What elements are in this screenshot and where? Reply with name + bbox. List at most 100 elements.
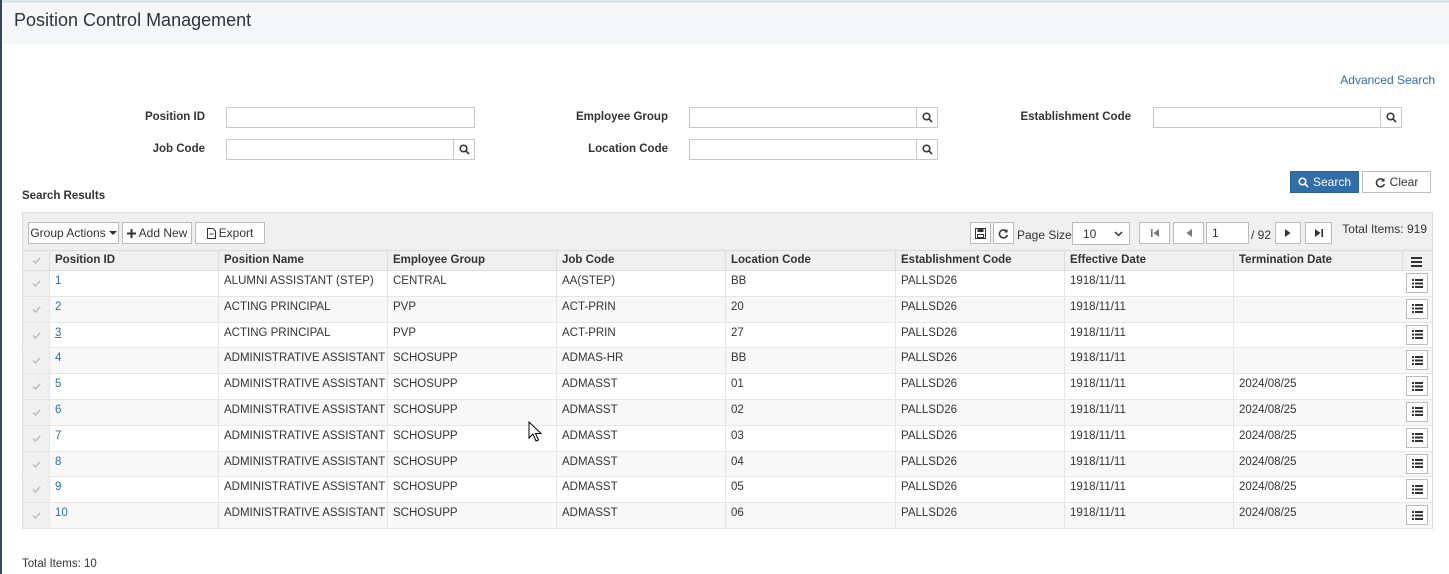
export-label: Export — [218, 226, 254, 240]
page-number-input[interactable]: 1 — [1206, 222, 1249, 244]
row-actions-button[interactable] — [1406, 505, 1428, 526]
row-actions-button[interactable] — [1406, 427, 1428, 448]
table-row[interactable]: 4 ADMINISTRATIVE ASSISTANT - ... SCHOSUPP A… — [22, 348, 1433, 375]
row-actions-button[interactable] — [1406, 350, 1428, 371]
page-size-select[interactable]: 10 — [1072, 222, 1130, 245]
column-header-location-code[interactable]: Location Code — [725, 251, 895, 270]
cell-position-id[interactable]: 4 — [49, 348, 218, 374]
row-actions-button[interactable] — [1406, 376, 1428, 397]
page-title: Position Control Management — [14, 10, 252, 30]
cell-position-id[interactable]: 9 — [49, 477, 218, 503]
row-menu-icon — [1411, 433, 1423, 443]
column-header-termination-date[interactable]: Termination Date — [1233, 251, 1402, 270]
cell-position-id[interactable]: 10 — [49, 503, 218, 529]
save-view-button[interactable] — [970, 222, 991, 244]
cell-position-id[interactable]: 7 — [49, 425, 218, 451]
row-actions-button[interactable] — [1406, 479, 1428, 500]
last-page-icon — [1314, 229, 1323, 237]
row-checkbox[interactable] — [23, 322, 49, 348]
table-row[interactable]: 10 ADMINISTRATIVE ASSISTANT SCHOSUPP ADMASS… — [22, 503, 1433, 529]
job-code-input[interactable] — [226, 139, 454, 160]
position-id-label: Position ID — [144, 111, 205, 123]
row-checkbox[interactable] — [23, 296, 49, 322]
employee-group-input[interactable] — [689, 107, 917, 128]
row-menu-icon — [1411, 304, 1423, 314]
cell-position-id[interactable]: 6 — [49, 399, 218, 425]
location-code-lookup-button[interactable] — [917, 139, 938, 160]
refresh-button[interactable] — [993, 222, 1014, 244]
cell-position-id[interactable]: 1 — [49, 271, 218, 296]
search-button[interactable]: Search — [1290, 171, 1359, 193]
search-icon — [921, 144, 933, 155]
column-header-position-id[interactable]: Position ID — [49, 251, 218, 270]
prev-page-button[interactable] — [1173, 222, 1204, 244]
table-row[interactable]: 8 ADMINISTRATIVE ASSISTANT SCHOSUPP ADMASST… — [22, 451, 1433, 478]
row-checkbox[interactable] — [23, 503, 49, 529]
row-checkbox[interactable] — [23, 271, 49, 296]
select-all-checkbox[interactable] — [23, 251, 49, 270]
search-icon — [921, 112, 933, 123]
cell-position-id[interactable]: 3 — [49, 322, 218, 348]
location-code-input[interactable] — [689, 139, 917, 160]
cell-employee-group: CENTRAL — [387, 271, 556, 296]
add-new-label: Add New — [138, 226, 188, 240]
table-row[interactable]: 1 ALUMNI ASSISTANT (STEP) CENTRAL AA(STEP) B… — [22, 271, 1433, 297]
check-icon — [32, 409, 41, 416]
table-row[interactable]: 7 ADMINISTRATIVE ASSISTANT SCHOSUPP ADMASST… — [22, 425, 1433, 452]
cell-job-code: AA(STEP) — [556, 271, 725, 296]
row-checkbox[interactable] — [23, 348, 49, 374]
table-row[interactable]: 2 ACTING PRINCIPAL PVP ACT-PRIN 20 PALLSD26 19… — [22, 296, 1433, 323]
clear-button[interactable]: Clear — [1362, 171, 1431, 193]
cell-position-id[interactable]: 2 — [49, 296, 218, 322]
cell-location-code: BB — [725, 348, 895, 374]
employee-group-lookup-button[interactable] — [917, 107, 938, 128]
cell-establishment-code: PALLSD26 — [895, 425, 1064, 451]
job-code-lookup-button[interactable] — [454, 139, 475, 160]
row-checkbox[interactable] — [23, 451, 49, 477]
chevron-down-icon — [1114, 230, 1123, 237]
table-row[interactable]: 6 ADMINISTRATIVE ASSISTANT SCHOSUPP ADMASST… — [22, 399, 1433, 426]
advanced-search-link[interactable]: Advanced Search — [1340, 73, 1435, 87]
position-id-input[interactable] — [226, 107, 475, 128]
table-row[interactable]: 9 ADMINISTRATIVE ASSISTANT SCHOSUPP ADMASST… — [22, 477, 1433, 504]
row-checkbox[interactable] — [23, 425, 49, 451]
column-header-employee-group[interactable]: Employee Group — [387, 251, 556, 270]
row-checkbox[interactable] — [23, 374, 49, 400]
column-header-position-name[interactable]: Position Name — [218, 251, 387, 270]
cell-position-name: ADMINISTRATIVE ASSISTANT — [218, 451, 387, 477]
first-page-button[interactable] — [1139, 222, 1170, 244]
column-menu-button[interactable] — [1402, 251, 1432, 270]
group-actions-button[interactable]: Group Actions — [28, 222, 119, 244]
row-actions-button[interactable] — [1406, 324, 1428, 345]
cell-location-code: 04 — [725, 451, 895, 477]
table-row[interactable]: 3 ACTING PRINCIPAL PVP ACT-PRIN 27 PALLSD26 19… — [22, 322, 1433, 349]
next-page-icon — [1285, 229, 1291, 237]
cell-position-id[interactable]: 8 — [49, 451, 218, 477]
search-button-label: Search — [1312, 175, 1352, 189]
cell-location-code: 02 — [725, 399, 895, 425]
cell-location-code: 27 — [725, 322, 895, 348]
cell-position-id[interactable]: 5 — [49, 374, 218, 400]
add-new-button[interactable]: Add New — [122, 222, 192, 244]
row-actions-button[interactable] — [1406, 453, 1428, 474]
row-menu-icon — [1411, 355, 1423, 365]
row-actions-button[interactable] — [1406, 401, 1428, 422]
cell-job-code: ADMASST — [556, 425, 725, 451]
column-header-establishment-code[interactable]: Establishment Code — [895, 251, 1064, 270]
cell-establishment-code: PALLSD26 — [895, 503, 1064, 529]
next-page-button[interactable] — [1275, 222, 1301, 244]
row-checkbox[interactable] — [23, 399, 49, 425]
export-button[interactable]: Export — [195, 222, 265, 244]
row-menu-icon — [1411, 278, 1423, 288]
column-header-effective-date[interactable]: Effective Date — [1064, 251, 1233, 270]
cell-establishment-code: PALLSD26 — [895, 348, 1064, 374]
establishment-code-input[interactable] — [1153, 107, 1381, 128]
establishment-code-lookup-button[interactable] — [1381, 107, 1402, 128]
last-page-button[interactable] — [1305, 222, 1332, 244]
row-checkbox[interactable] — [23, 477, 49, 503]
row-actions-button[interactable] — [1406, 273, 1428, 293]
row-actions-button[interactable] — [1406, 298, 1428, 319]
grid-body: 1 ALUMNI ASSISTANT (STEP) CENTRAL AA(STEP) B… — [22, 271, 1433, 529]
table-row[interactable]: 5 ADMINISTRATIVE ASSISTANT SCHOSUPP ADMASST… — [22, 374, 1433, 400]
column-header-job-code[interactable]: Job Code — [556, 251, 725, 270]
